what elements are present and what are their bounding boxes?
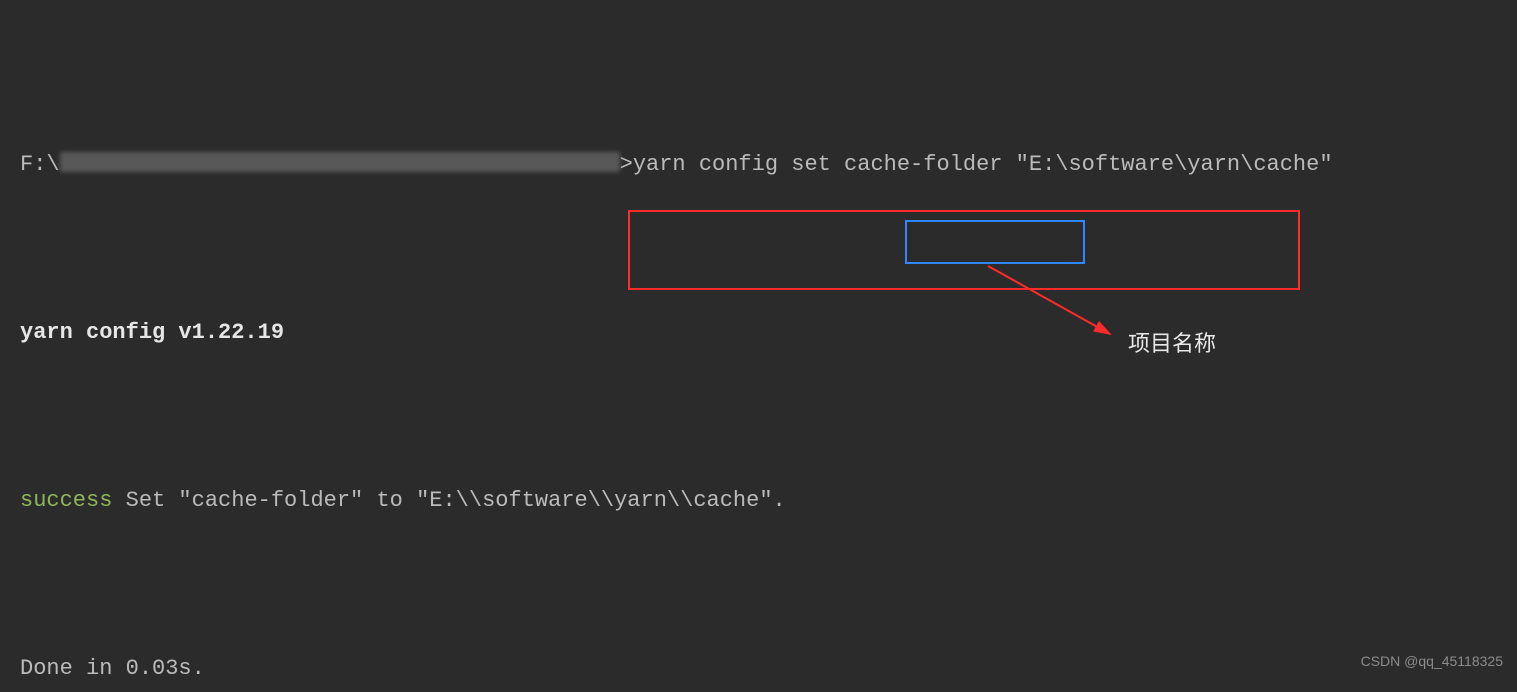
command-1: yarn config set cache-folder "E:\softwar… bbox=[633, 152, 1333, 177]
watermark: CSDN @qq_45118325 bbox=[1361, 640, 1503, 682]
annotation-label: 项目名称 bbox=[1128, 323, 1216, 365]
annotation-blue-box bbox=[905, 220, 1085, 264]
cmd-line-1: F:\ >yarn config set cache-folder "E:\sof… bbox=[20, 144, 1517, 186]
success-msg: Set "cache-folder" to "E:\\software\\yar… bbox=[112, 488, 785, 513]
annotation-red-box bbox=[628, 210, 1300, 290]
success-label: success bbox=[20, 488, 112, 513]
redacted-path-1 bbox=[60, 152, 620, 172]
yarn-config-header: yarn config v1.22.19 bbox=[20, 312, 1517, 354]
terminal-output: F:\ >yarn config set cache-folder "E:\sof… bbox=[0, 0, 1517, 692]
prompt-prefix: F:\ bbox=[20, 152, 60, 177]
success-line-1: success Set "cache-folder" to "E:\\softw… bbox=[20, 480, 1517, 522]
done-line: Done in 0.03s. bbox=[20, 648, 1517, 690]
prompt-suffix: > bbox=[620, 152, 633, 177]
